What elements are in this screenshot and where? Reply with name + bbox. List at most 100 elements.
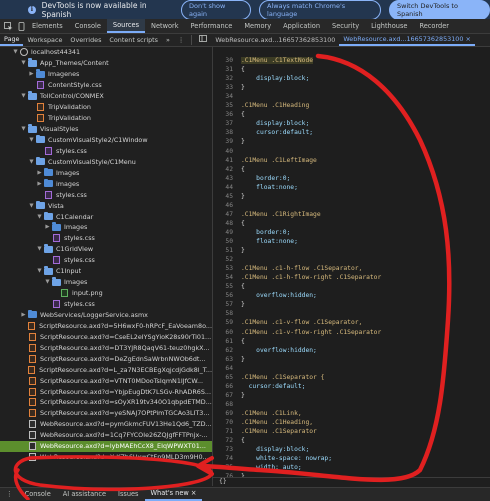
line-number[interactable]: 52 xyxy=(213,255,233,264)
code-line[interactable]: 75 width: auto; xyxy=(213,463,490,472)
tree-item[interactable]: ScriptResource.axd?d=DT3YJR8QaqV61-teuz0… xyxy=(0,342,212,353)
expand-caret-icon[interactable] xyxy=(20,366,26,373)
expand-caret-icon[interactable] xyxy=(20,443,27,450)
expand-caret-icon[interactable] xyxy=(44,301,51,308)
navigator-tab-content-scripts[interactable]: Content scripts xyxy=(105,34,162,46)
line-number[interactable]: 49 xyxy=(213,228,233,237)
expand-caret-icon[interactable]: ▶ xyxy=(36,169,43,176)
code-line[interactable]: 64 xyxy=(213,364,490,373)
code-line[interactable]: 48 { xyxy=(213,219,490,228)
code-line[interactable]: 59 .C1Menu .c1-v-flow .C1Separator, xyxy=(213,318,490,327)
code-line[interactable]: 47 .C1Menu .C1RightImage xyxy=(213,210,490,219)
line-number[interactable]: 36 xyxy=(213,110,233,119)
tree-item[interactable]: ▼ VisualStyles xyxy=(0,124,212,135)
tab-memory[interactable]: Memory xyxy=(238,19,277,33)
expand-caret-icon[interactable] xyxy=(20,454,27,461)
code-line[interactable]: 68 xyxy=(213,400,490,409)
tab-performance[interactable]: Performance xyxy=(185,19,239,33)
line-number[interactable]: 43 xyxy=(213,174,233,183)
tree-item[interactable]: ▼ Vista xyxy=(0,200,212,211)
line-number[interactable]: 53 xyxy=(213,264,233,273)
code-line[interactable]: 71 .C1Menu .C1Separator xyxy=(213,427,490,436)
code-line[interactable]: 73 display:block; xyxy=(213,445,490,454)
line-number[interactable]: 31 xyxy=(213,65,233,74)
tree-item[interactable]: ▼ TollControl/CONMEX xyxy=(0,91,212,102)
more-tabs-icon[interactable]: » xyxy=(162,34,174,46)
code-line[interactable]: 67} xyxy=(213,391,490,400)
tab-application[interactable]: Application xyxy=(277,19,326,33)
tree-item[interactable]: ▼ C1Input xyxy=(0,266,212,277)
code-line[interactable]: 63} xyxy=(213,355,490,364)
expand-caret-icon[interactable] xyxy=(36,147,43,154)
tree-item[interactable]: WebResource.axd?d=1Cq7FYCOIe26ZQJgfFFTPn… xyxy=(0,430,212,441)
code-line[interactable]: 31 { xyxy=(213,65,490,74)
line-number[interactable]: 30 xyxy=(213,56,233,65)
tree-item[interactable]: ▼ CustomVisualStyle/C1Menu xyxy=(0,156,212,167)
navigator-tab-overrides[interactable]: Overrides xyxy=(66,34,105,46)
tree-item[interactable]: ▶ WebServices/LoggerService.asmx xyxy=(0,309,212,321)
expand-caret-icon[interactable]: ▼ xyxy=(44,279,51,286)
drawer-tab-console[interactable]: Console xyxy=(19,488,57,501)
expand-caret-icon[interactable] xyxy=(28,115,35,122)
expand-caret-icon[interactable] xyxy=(52,290,59,297)
code-line[interactable]: 35 .C1Menu .C1Heading xyxy=(213,101,490,110)
line-number[interactable]: 45 xyxy=(213,192,233,201)
code-line[interactable]: 30 .C1Menu .C1TextNode xyxy=(213,56,490,65)
code-editor[interactable]: 30 .C1Menu .C1TextNode 31 {32 display:block… xyxy=(213,47,490,486)
line-number[interactable]: 69 xyxy=(213,409,233,418)
tree-item[interactable]: ▼ C1Calendar xyxy=(0,211,212,222)
close-tab-icon[interactable]: × xyxy=(465,35,470,43)
tree-item[interactable]: ▼ C1GridView xyxy=(0,244,212,255)
expand-caret-icon[interactable]: ▼ xyxy=(20,126,27,133)
tree-item[interactable]: ScriptResource.axd?d=sOyXR19tv340O1qbpdE… xyxy=(0,397,212,408)
code-line[interactable]: 32 display:block; xyxy=(213,74,490,83)
expand-caret-icon[interactable] xyxy=(44,257,51,264)
tree-item[interactable]: styles.css xyxy=(0,189,212,200)
code-line[interactable]: 36 { xyxy=(213,110,490,119)
line-number[interactable]: 74 xyxy=(213,454,233,463)
line-number[interactable]: 70 xyxy=(213,418,233,427)
tree-item[interactable]: ▼ CustomVisualStyle2/C1Window xyxy=(0,134,212,146)
switch-to-spanish-button[interactable]: Switch DevTools to Spanish xyxy=(388,0,490,20)
line-number[interactable]: 50 xyxy=(213,237,233,246)
navigator-tab-page[interactable]: Page xyxy=(0,34,24,46)
tab-sources[interactable]: Sources xyxy=(106,19,146,33)
code-line[interactable]: 46 xyxy=(213,201,490,210)
tree-item[interactable]: styles.css xyxy=(0,255,212,266)
match-chrome-language-button[interactable]: Always match Chrome's language xyxy=(259,0,381,20)
line-number[interactable]: 61 xyxy=(213,337,233,346)
line-number[interactable]: 65 xyxy=(213,373,233,382)
tree-item[interactable]: ScriptResource.axd?d=YbjpEugDtK7LSGv-RhA… xyxy=(0,386,212,397)
code-line[interactable]: 55 { xyxy=(213,282,490,291)
line-number[interactable]: 62 xyxy=(213,346,233,355)
line-number[interactable]: 32 xyxy=(213,74,233,83)
code-line[interactable]: 40 xyxy=(213,147,490,156)
tab-network[interactable]: Network xyxy=(145,19,185,33)
code-line[interactable]: 74 white-space: nowrap; xyxy=(213,454,490,463)
tree-item[interactable]: TripValidation xyxy=(0,102,212,113)
code-line[interactable]: 65 .C1Menu .C1Separator { xyxy=(213,373,490,382)
expand-caret-icon[interactable]: ▼ xyxy=(20,60,27,67)
code-line[interactable]: 57} xyxy=(213,300,490,309)
line-number[interactable]: 54 xyxy=(213,273,233,282)
tree-item[interactable]: ContentStyle.css xyxy=(0,80,212,91)
code-line[interactable]: 62 overflow:hidden; xyxy=(213,346,490,355)
expand-caret-icon[interactable]: ▼ xyxy=(28,136,35,143)
line-number[interactable]: 38 xyxy=(213,128,233,137)
line-number[interactable]: 55 xyxy=(213,282,233,291)
line-number[interactable]: 71 xyxy=(213,427,233,436)
tab-elements[interactable]: Elements xyxy=(26,19,69,33)
tree-item[interactable]: ▼ App_Themes/Content xyxy=(0,58,212,69)
code-line[interactable]: 54 .C1Menu .c1-h-flow-right .C1Separator xyxy=(213,273,490,282)
tree-item[interactable]: TripValidation xyxy=(0,113,212,124)
code-line[interactable]: 70 .C1Menu .C1Heading, xyxy=(213,418,490,427)
expand-caret-icon[interactable]: ▼ xyxy=(36,246,43,253)
expand-caret-icon[interactable]: ▶ xyxy=(28,71,35,78)
expand-caret-icon[interactable] xyxy=(20,421,27,428)
code-line[interactable]: 56 overflow:hidden; xyxy=(213,291,490,300)
tree-item[interactable]: styles.css xyxy=(0,145,212,156)
drawer-tab-whats-new[interactable]: What's new × xyxy=(144,488,203,501)
expand-caret-icon[interactable]: ▼ xyxy=(20,93,27,100)
code-line[interactable]: 42 { xyxy=(213,165,490,174)
pretty-print-button[interactable]: {} xyxy=(219,478,227,485)
